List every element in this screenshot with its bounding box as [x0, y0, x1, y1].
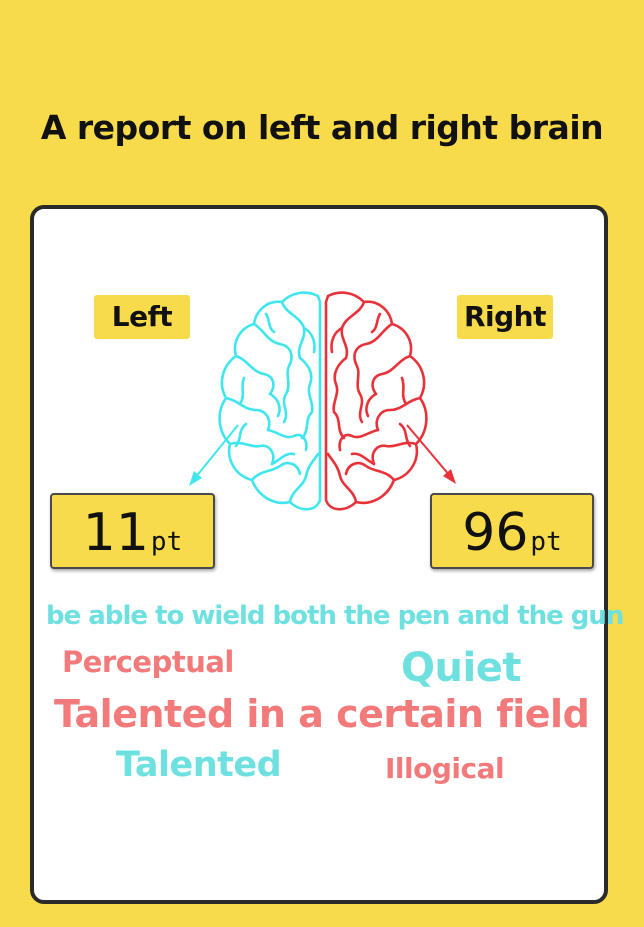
brain-icon [218, 291, 428, 511]
right-brain-label: Right [457, 295, 553, 339]
left-score-value: 11 [82, 503, 149, 563]
trait-talented-field: Talented in a certain field [54, 692, 590, 736]
left-score-unit: pt [150, 527, 183, 557]
left-score-box: 11pt [50, 493, 215, 569]
right-score-value: 96 [462, 503, 529, 563]
left-brain-label: Left [94, 295, 190, 339]
trait-motto: be able to wield both the pen and the gu… [46, 601, 624, 631]
page-title: A report on left and right brain [40, 108, 604, 147]
left-hemisphere-icon [218, 291, 322, 511]
trait-quiet: Quiet [401, 645, 521, 691]
right-hemisphere-icon [324, 291, 428, 511]
trait-perceptual: Perceptual [62, 645, 234, 679]
trait-illogical: Illogical [385, 752, 505, 785]
right-score-box: 96pt [430, 493, 594, 569]
trait-talented: Talented [116, 745, 282, 785]
right-score-unit: pt [530, 527, 562, 557]
